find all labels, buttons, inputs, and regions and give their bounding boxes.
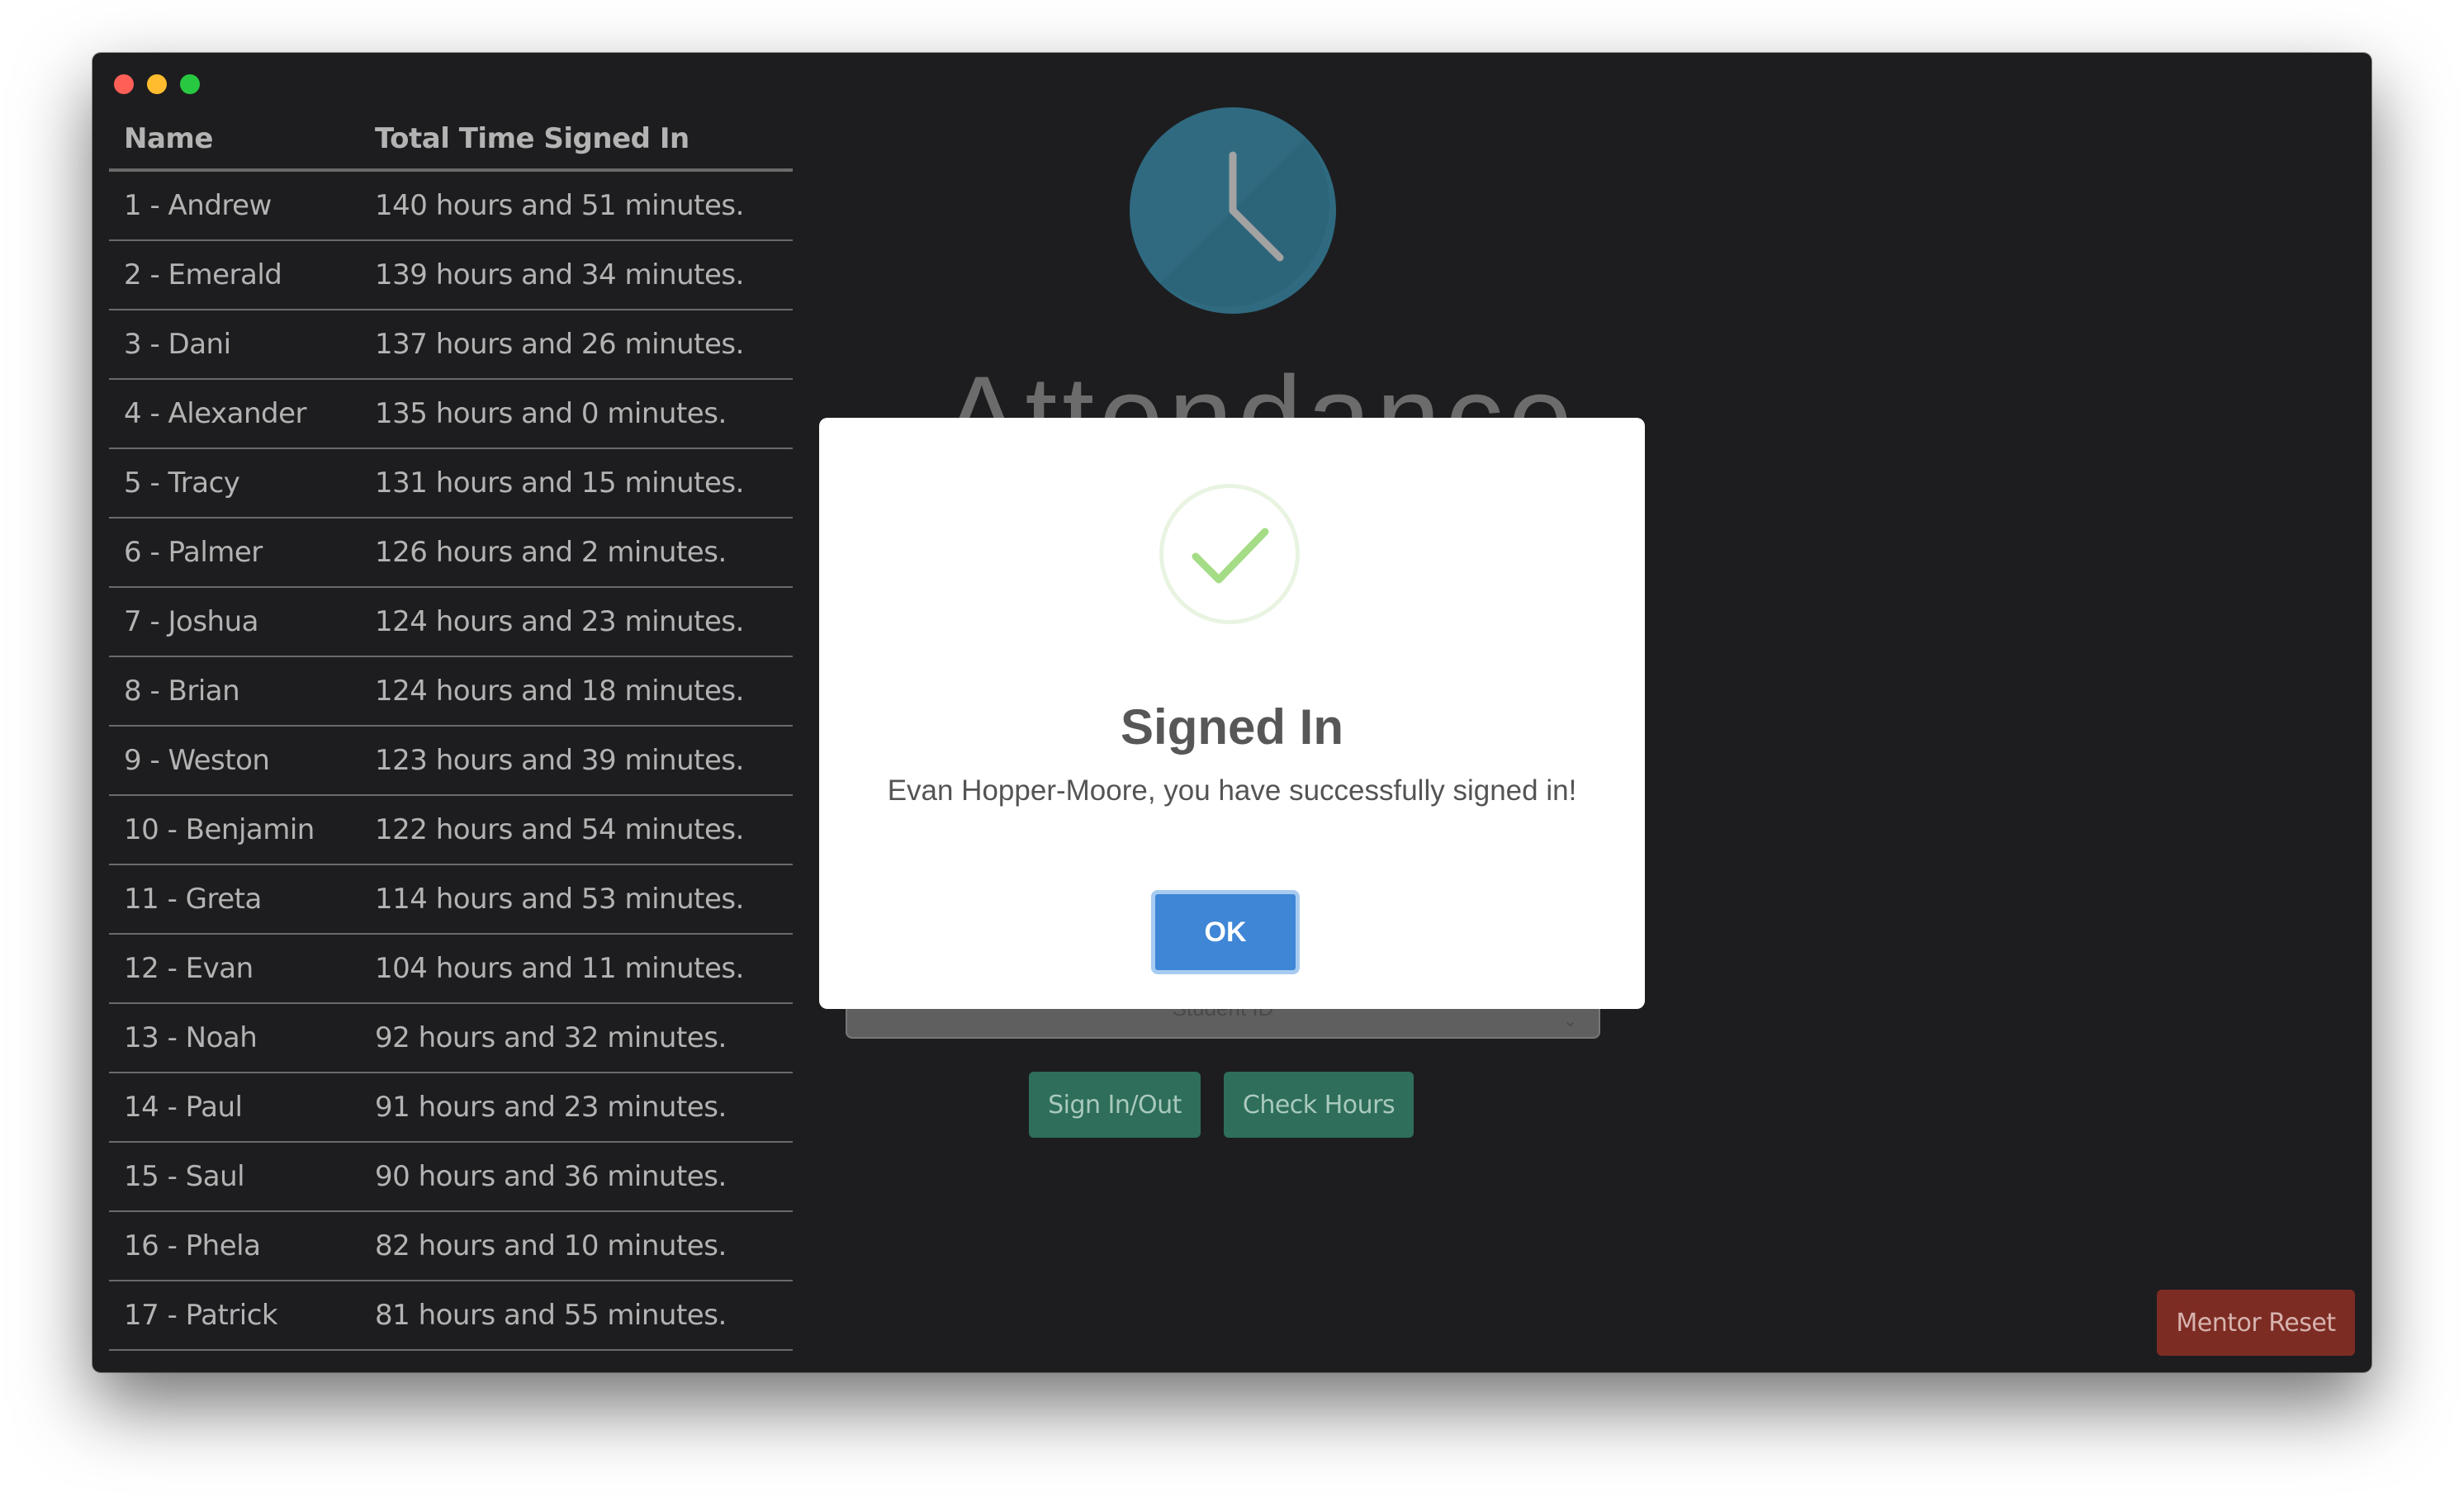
signed-in-dialog: Signed In Evan Hopper-Moore, you have su… [819,418,1645,1009]
checkmark-icon [1192,528,1269,584]
dialog-title: Signed In [1121,699,1343,755]
ok-button[interactable]: OK [1151,890,1300,974]
app-window: Name Total Time Signed In 1 - Andrew 140 … [92,53,2372,1372]
dialog-message: Evan Hopper-Moore, you have successfully… [887,774,1577,807]
